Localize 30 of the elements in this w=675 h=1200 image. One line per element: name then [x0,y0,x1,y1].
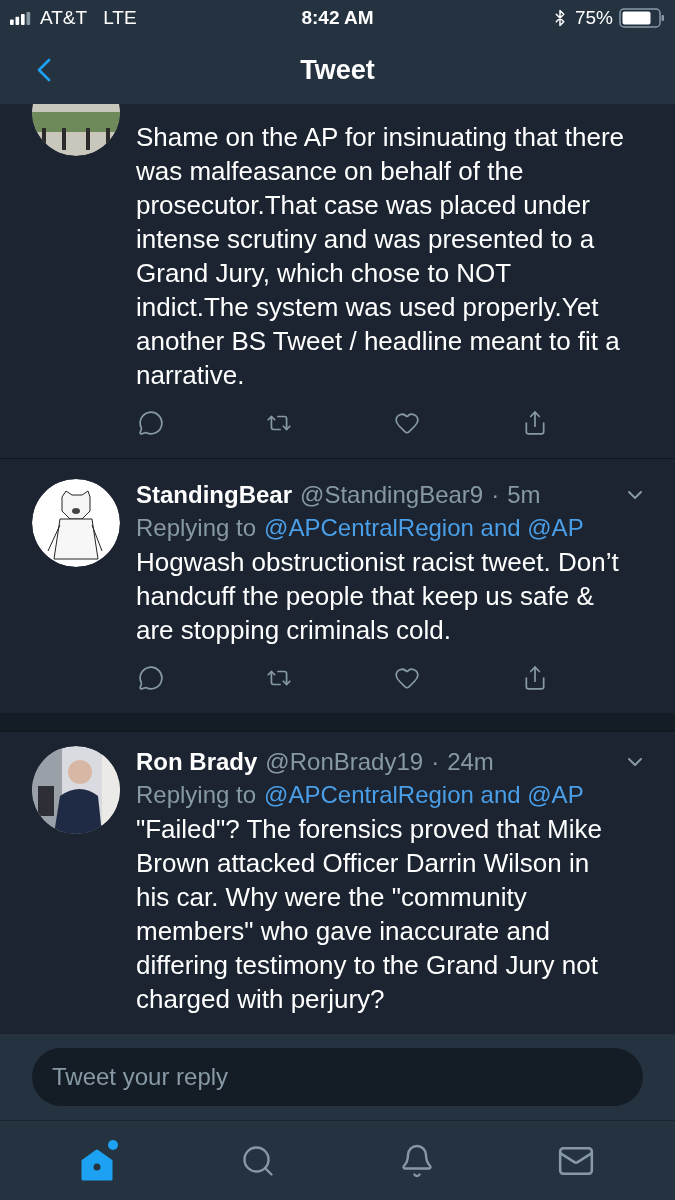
tweet-time: 24m [447,747,494,777]
user-handle: @RonBrady19 [265,747,424,777]
tweet-text: Hogwash obstructionist racist tweet. Don’t handcuff the people that keep us safe & are stopping criminals cold. [136,546,620,647]
tweet-text: Shame on the AP for insinuating that there was malfeasance on behalf of the prosecutor.That case was placed under intense scrutiny and was presented to a Grand Jury, which chose to NOT indict.The system was used properly.Yet another BS Tweet / headline meant to fit a narrative. [136,121,626,392]
battery-percent: 75% [574,5,613,30]
share-icon[interactable] [522,410,548,436]
separator-dot: · [431,747,440,777]
tweet-time: 5m [507,480,541,510]
tweet-text: "Failed"? The forensics proved that Mike Brown attacked Officer Darrin Wilson in his car. Why were the "community members" who gave inaccurate and differing testimony to the Grand Jury not charged with perjury? [136,813,603,1016]
signal-icon [10,11,32,25]
reply-mentions[interactable]: @APCentralRegion and @AP [264,778,584,812]
share-icon[interactable] [522,665,548,691]
reply-icon[interactable] [138,665,164,691]
battery-icon [619,8,665,28]
page-title: Tweet [300,53,375,87]
reply-field[interactable]: Tweet your reply [32,1048,643,1106]
separator-dot: · [491,480,500,510]
like-icon[interactable] [394,665,420,691]
user-handle: @StandingBear9 [300,480,484,510]
status-time: 8:42 AM [301,5,374,30]
reply-icon[interactable] [138,410,164,436]
like-icon[interactable] [394,410,420,436]
network-label: LTE [103,5,137,30]
carrier-label: AT&T [40,5,88,30]
reply-mentions[interactable]: @APCentralRegion and @AP [264,511,584,545]
replying-label: Replying to [136,780,257,810]
user-name[interactable]: StandingBear [136,479,293,511]
replying-label: Replying to [136,513,257,543]
user-name[interactable]: Ron Brady [136,746,258,778]
home-icon[interactable] [79,1138,120,1183]
